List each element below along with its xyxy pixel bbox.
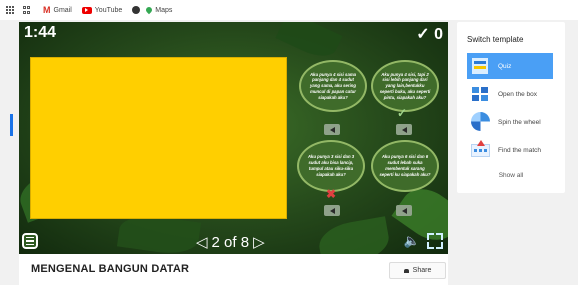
speaker-icon[interactable]: [396, 124, 412, 135]
bookmark-gmail[interactable]: M Gmail: [43, 5, 72, 15]
template-label: Quiz: [498, 62, 512, 70]
template-open-box[interactable]: Open the box: [467, 81, 553, 107]
switch-template-panel: Switch template Quiz Open the box Spin t…: [457, 22, 565, 193]
bookmark-globe[interactable]: [132, 6, 141, 14]
correct-mark-icon: ✓: [397, 106, 408, 120]
spin-wheel-icon: [469, 111, 492, 133]
panel-title: Switch template: [467, 35, 524, 44]
open-box-icon: [469, 83, 492, 105]
template-find-match[interactable]: Find the match: [467, 137, 553, 163]
game-stage: 1:44 ✓ 0 Aku punya 4 sisi sama panjang d…: [19, 22, 448, 254]
find-match-icon: [469, 139, 492, 161]
template-label: Open the box: [498, 90, 538, 98]
score-counter: ✓ 0: [416, 26, 443, 43]
answer-bubble[interactable]: Aku punya 4 sisi, tapi 2 sisi lebih panj…: [371, 60, 439, 112]
bookmark-maps[interactable]: Maps: [145, 5, 173, 15]
bookmark-youtube[interactable]: YouTube: [81, 6, 123, 14]
show-all-link[interactable]: Show all: [457, 172, 565, 179]
speaker-icon[interactable]: [396, 205, 412, 216]
question-card[interactable]: [30, 57, 287, 219]
menu-grid-icon[interactable]: [6, 6, 14, 14]
gmail-icon: M: [43, 5, 51, 15]
answer-text: Aku punya 4 sisi sama panjang dan 4 sudu…: [309, 71, 357, 100]
speaker-icon[interactable]: [324, 205, 340, 216]
side-tab-indicator[interactable]: [10, 114, 13, 136]
fullscreen-icon[interactable]: [427, 233, 443, 249]
answer-text: Aku punya 4 sisi, tapi 2 sisi lebih panj…: [379, 71, 431, 100]
template-quiz[interactable]: Quiz: [467, 53, 553, 79]
pager: ◁ 2 of 8 ▷: [196, 233, 265, 252]
youtube-icon: [81, 6, 92, 14]
answer-bubble[interactable]: Aku punya 4 sisi sama panjang dan 4 sudu…: [299, 60, 367, 112]
answer-text: Aku punya 6 sisi dan 6 sudut lebah suka …: [379, 154, 431, 177]
maps-icon: [145, 5, 154, 15]
globe-icon: [132, 6, 141, 14]
bookmark-label: Gmail: [53, 6, 72, 14]
prev-arrow-icon[interactable]: ◁: [196, 233, 208, 251]
template-label: Spin the wheel: [498, 118, 541, 126]
answer-bubble[interactable]: Aku punya 6 sisi dan 6 sudut lebah suka …: [371, 140, 439, 192]
answer-text: Aku punya 3 sisi dan 3 sudut aku bisa la…: [307, 154, 355, 177]
speaker-icon[interactable]: [324, 124, 340, 135]
template-label: Find the match: [498, 146, 541, 154]
activity-title: MENGENAL BANGUN DATAR: [31, 263, 190, 275]
share-label: Share: [412, 267, 432, 274]
quiz-icon: [469, 55, 492, 77]
apps-icon: [23, 6, 31, 14]
bookmark-label: Maps: [155, 6, 173, 14]
pager-text: 2 of 8: [211, 233, 250, 251]
menu-button[interactable]: [22, 233, 38, 249]
bookmarks-bar: M Gmail YouTube Maps: [0, 0, 578, 20]
activity-info-bar: MENGENAL BANGUN DATAR Share: [19, 254, 448, 285]
timer: 1:44: [24, 24, 57, 41]
bookmark-label: YouTube: [94, 6, 123, 14]
answer-bubble[interactable]: Aku punya 3 sisi dan 3 sudut aku bisa la…: [297, 140, 365, 192]
next-arrow-icon[interactable]: ▷: [253, 233, 265, 251]
share-button[interactable]: Share: [389, 262, 446, 279]
jungle-leaf: [316, 216, 392, 254]
apps-shortcut[interactable]: [23, 6, 31, 14]
sound-icon[interactable]: 🔈: [404, 233, 420, 249]
wrong-mark-icon: ✖: [326, 187, 337, 201]
template-spin-wheel[interactable]: Spin the wheel: [467, 109, 553, 135]
